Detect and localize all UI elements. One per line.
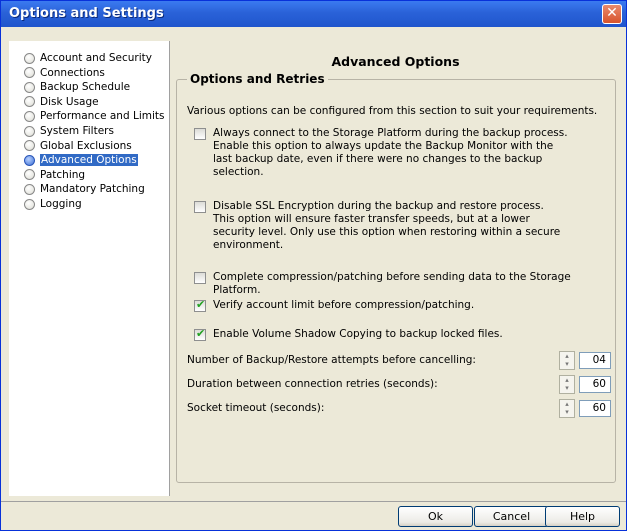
sidebar-item-backup-schedule[interactable]: Backup Schedule (24, 80, 130, 94)
sidebar-item-label: System Filters (40, 125, 114, 137)
sidebar-item-label: Disk Usage (40, 95, 99, 108)
option-line: Disable SSL Encryption during the backup… (213, 200, 544, 212)
sidebar-item-label: Logging (40, 198, 82, 210)
sidebar-item-label: Global Exclusions (40, 139, 132, 152)
radio-icon (24, 125, 35, 137)
settings-sidebar: Account and Security Connections Backup Sc… (9, 41, 169, 496)
option-row[interactable]: Complete compression/patching before sen… (194, 271, 615, 297)
sidebar-item-performance-and-limits[interactable]: Performance and Limits (24, 109, 164, 123)
close-icon: ✕ (606, 5, 618, 21)
help-button[interactable]: Help (545, 506, 620, 527)
options-and-retries-group: Options and Retries Various options can … (176, 72, 616, 483)
sidebar-item-system-filters[interactable]: System Filters (24, 124, 114, 138)
option-row[interactable]: Enable Volume Shadow Copying to backup l… (194, 327, 503, 341)
option-checkbox[interactable] (194, 298, 206, 312)
numeric-input[interactable]: 04 (579, 352, 611, 369)
option-text: Complete compression/patching before sen… (213, 271, 615, 297)
option-checkbox[interactable] (194, 201, 206, 213)
intro-text: Various options can be configured from t… (187, 105, 598, 117)
radio-icon (24, 67, 35, 79)
radio-icon (24, 96, 35, 108)
option-line: Enable Volume Shadow Copying to backup l… (213, 328, 503, 340)
sidebar-item-label: Mandatory Patching (40, 183, 145, 196)
numeric-setting-label: Duration between connection retries (sec… (187, 378, 438, 390)
option-line: Complete compression/patching before sen… (213, 271, 571, 296)
option-line: environment. (213, 239, 284, 251)
numeric-setting-row: Duration between connection retries (sec… (187, 375, 613, 395)
sidebar-item-global-exclusions[interactable]: Global Exclusions (24, 139, 132, 153)
option-text: Verify account limit before compression/… (213, 299, 474, 312)
radio-icon (24, 110, 35, 122)
sidebar-item-patching[interactable]: Patching (24, 168, 85, 182)
numeric-input[interactable]: 60 (579, 400, 611, 417)
numeric-setting-label: Socket timeout (seconds): (187, 402, 325, 414)
cancel-button[interactable]: Cancel (474, 506, 549, 527)
sidebar-item-label: Connections (40, 66, 105, 79)
numeric-stepper[interactable]: ▴ ▾ 60 (559, 399, 611, 418)
stepper-arrows-icon[interactable]: ▴ ▾ (559, 399, 575, 418)
group-title: Options and Retries (187, 72, 328, 86)
option-checkbox[interactable] (194, 128, 206, 140)
sidebar-item-disk-usage[interactable]: Disk Usage (24, 95, 99, 109)
sidebar-item-label: Account and Security (40, 52, 152, 64)
numeric-setting-label: Number of Backup/Restore attempts before… (187, 354, 476, 366)
option-line: Always connect to the Storage Platform d… (213, 127, 568, 139)
numeric-stepper[interactable]: ▴ ▾ 60 (559, 375, 611, 394)
option-row[interactable]: Always connect to the Storage Platform d… (194, 127, 568, 179)
close-button[interactable]: ✕ (602, 4, 622, 24)
sidebar-item-advanced-options[interactable]: Advanced Options (24, 153, 138, 167)
sidebar-item-mandatory-patching[interactable]: Mandatory Patching (24, 182, 145, 196)
option-text: Disable SSL Encryption during the backup… (213, 200, 560, 252)
numeric-setting-row: Number of Backup/Restore attempts before… (187, 351, 613, 371)
sidebar-item-label: Advanced Options (40, 154, 138, 167)
window-title: Options and Settings (9, 6, 164, 21)
panel-title: Advanced Options (331, 54, 460, 69)
sidebar-item-label: Performance and Limits (40, 110, 165, 123)
stepper-arrows-icon[interactable]: ▴ ▾ (559, 351, 575, 370)
options-window: Options and Settings ✕ Account and Secur… (0, 0, 627, 531)
footer-divider (1, 501, 626, 502)
option-row[interactable]: Disable SSL Encryption during the backup… (194, 200, 560, 252)
radio-icon (24, 183, 35, 195)
sidebar-item-connections[interactable]: Connections (24, 66, 105, 80)
radio-icon (24, 52, 35, 64)
option-text: Enable Volume Shadow Copying to backup l… (213, 328, 503, 341)
option-row[interactable]: Verify account limit before compression/… (194, 298, 474, 312)
ok-button[interactable]: Ok (398, 506, 473, 527)
sidebar-item-label: Backup Schedule (40, 81, 131, 94)
radio-icon (24, 198, 35, 210)
advanced-options-panel: Advanced Options Options and Retries Var… (169, 41, 620, 496)
radio-icon (24, 169, 35, 181)
title-bar[interactable]: Options and Settings ✕ (1, 1, 626, 27)
sidebar-item-account-and-security[interactable]: Account and Security (24, 51, 152, 65)
option-line: security level. Only use this option whe… (213, 226, 561, 238)
option-line: selection. (213, 166, 264, 178)
option-line: Enable this option to always update the … (213, 140, 554, 152)
sidebar-item-label: Patching (40, 168, 86, 181)
stepper-arrows-icon[interactable]: ▴ ▾ (559, 375, 575, 394)
radio-icon (24, 81, 35, 93)
option-checkbox[interactable] (194, 327, 206, 341)
radio-icon (24, 140, 35, 152)
numeric-setting-row: Socket timeout (seconds): ▴ ▾ 60 (187, 399, 613, 419)
option-line: This option will ensure faster transfer … (213, 213, 530, 225)
numeric-input[interactable]: 60 (579, 376, 611, 393)
numeric-stepper[interactable]: ▴ ▾ 04 (559, 351, 611, 370)
option-text: Always connect to the Storage Platform d… (213, 127, 568, 179)
option-line: last backup date, even if there were no … (213, 153, 543, 165)
option-line: Verify account limit before compression/… (213, 299, 475, 311)
option-checkbox[interactable] (194, 272, 206, 284)
radio-icon (24, 154, 35, 166)
sidebar-item-logging[interactable]: Logging (24, 197, 82, 211)
